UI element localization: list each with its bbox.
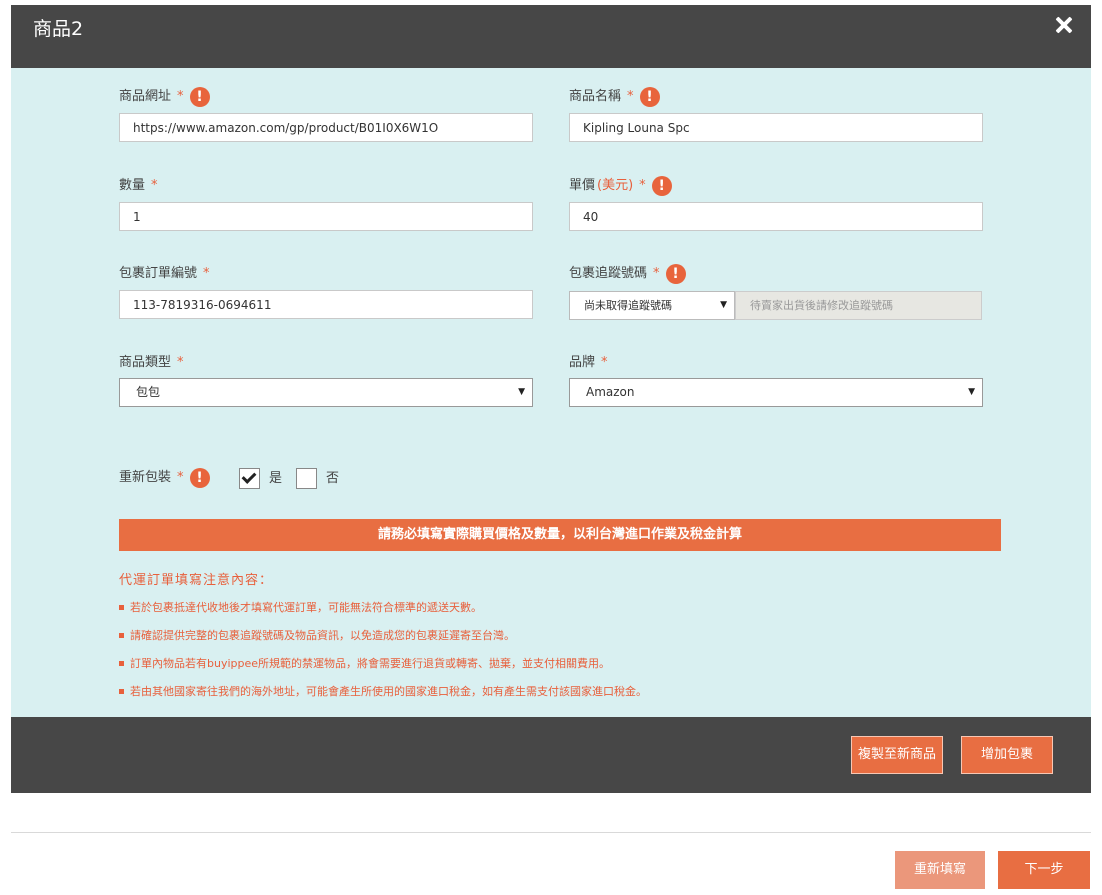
dropdown-arrow-icon: ▼ xyxy=(720,300,727,310)
required-marker: * xyxy=(653,266,660,281)
tracking-number-label-text: 包裹追蹤號碼 xyxy=(569,266,648,281)
unit-price-label: 單價 (美元) * ! xyxy=(569,176,672,196)
required-marker: * xyxy=(151,178,158,193)
note-item: 若由其他國家寄往我們的海外地址，可能會產生所使用的國家進口稅金，如有產生需支付該… xyxy=(119,683,647,699)
unit-price-label-text: 單價 xyxy=(569,178,596,193)
unit-price-input[interactable] xyxy=(569,202,983,231)
repack-no-checkbox[interactable] xyxy=(296,468,317,489)
required-marker: * xyxy=(177,355,184,370)
note-item: 請確認提供完整的包裹追蹤號碼及物品資訊，以免造成您的包裹延遲寄至台灣。 xyxy=(119,627,515,643)
dropdown-arrow-icon: ▼ xyxy=(518,387,525,397)
add-package-button[interactable]: 增加包裹 xyxy=(961,736,1053,774)
category-label-text: 商品類型 xyxy=(119,355,172,370)
required-marker: * xyxy=(639,178,646,193)
bullet-icon xyxy=(119,632,124,638)
order-number-label-text: 包裹訂單編號 xyxy=(119,266,198,281)
alert-icon[interactable]: ! xyxy=(665,264,686,284)
checkmark-icon xyxy=(241,469,257,484)
next-step-button[interactable]: 下一步 xyxy=(998,851,1090,889)
close-icon[interactable] xyxy=(1051,13,1077,39)
modal-footer: 複製至新商品 增加包裹 xyxy=(11,717,1091,793)
tracking-number-note: 待賣家出貨後請修改追蹤號碼 xyxy=(750,299,893,312)
quantity-label: 數量 * xyxy=(119,176,158,196)
bullet-icon xyxy=(119,688,124,694)
quantity-label-text: 數量 xyxy=(119,178,146,193)
repack-yes-checkbox[interactable] xyxy=(239,468,260,489)
copy-to-new-product-button[interactable]: 複製至新商品 xyxy=(851,736,943,774)
brand-label: 品牌 * xyxy=(569,353,608,373)
product-name-label: 商品名稱 * ! xyxy=(569,87,660,107)
quantity-input[interactable] xyxy=(119,202,533,231)
note-text: 若由其他國家寄往我們的海外地址，可能會產生所使用的國家進口稅金，如有產生需支付該… xyxy=(130,685,647,698)
alert-icon[interactable]: ! xyxy=(189,468,210,488)
required-marker: * xyxy=(627,89,634,104)
brand-value: Amazon xyxy=(586,385,635,399)
bullet-icon xyxy=(119,604,124,610)
category-select[interactable]: 包包 ▼ xyxy=(119,378,533,407)
product-modal: 商品2 商品網址 * ! 商品名稱 * ! 數量 * 單價 (美元) * ! 包… xyxy=(11,5,1091,793)
price-warning-banner: 請務必填寫實際購買價格及數量，以利台灣進口作業及稅金計算 xyxy=(119,519,1001,551)
order-number-input[interactable] xyxy=(119,290,533,319)
product-url-label: 商品網址 * ! xyxy=(119,87,210,107)
required-marker: * xyxy=(203,266,210,281)
repack-label: 重新包裝 * ! xyxy=(119,468,210,488)
notes-title: 代運訂單填寫注意內容： xyxy=(119,573,274,588)
note-text: 若於包裹抵達代收地後才填寫代運訂單，可能無法符合標準的遞送天數。 xyxy=(130,601,482,614)
alert-icon[interactable]: ! xyxy=(639,87,660,107)
alert-icon[interactable]: ! xyxy=(189,87,210,107)
brand-select[interactable]: Amazon ▼ xyxy=(569,378,983,407)
repack-label-text: 重新包裝 xyxy=(119,470,172,485)
note-item: 訂單內物品若有buyippee所規範的禁運物品，將會需要進行退貨或轉寄、拋棄，並… xyxy=(119,655,610,671)
modal-title: 商品2 xyxy=(33,18,84,40)
dropdown-arrow-icon: ▼ xyxy=(968,387,975,397)
tracking-number-label: 包裹追蹤號碼 * ! xyxy=(569,264,686,284)
note-item: 若於包裹抵達代收地後才填寫代運訂單，可能無法符合標準的遞送天數。 xyxy=(119,599,482,615)
product-name-label-text: 商品名稱 xyxy=(569,89,622,104)
required-marker: * xyxy=(601,355,608,370)
alert-icon[interactable]: ! xyxy=(651,176,672,196)
divider xyxy=(11,832,1091,833)
category-value: 包包 xyxy=(136,385,161,399)
product-url-label-text: 商品網址 xyxy=(119,89,172,104)
order-number-label: 包裹訂單編號 * xyxy=(119,264,210,284)
note-text: 請確認提供完整的包裹追蹤號碼及物品資訊，以免造成您的包裹延遲寄至台灣。 xyxy=(130,629,515,642)
required-marker: * xyxy=(177,470,184,485)
modal-header: 商品2 xyxy=(11,5,1091,68)
product-url-input[interactable] xyxy=(119,113,533,142)
repack-yes-label: 是 xyxy=(269,471,283,486)
reset-button[interactable]: 重新填寫 xyxy=(895,851,985,889)
bullet-icon xyxy=(119,660,124,666)
tracking-status-value: 尚未取得追蹤號碼 xyxy=(584,299,672,312)
tracking-number-field: 待賣家出貨後請修改追蹤號碼 xyxy=(735,291,982,320)
tracking-status-select[interactable]: 尚未取得追蹤號碼 ▼ xyxy=(569,291,735,320)
product-name-input[interactable] xyxy=(569,113,983,142)
repack-no-label: 否 xyxy=(326,471,340,486)
category-label: 商品類型 * xyxy=(119,353,184,373)
brand-label-text: 品牌 xyxy=(569,355,596,370)
required-marker: * xyxy=(177,89,184,104)
unit-price-currency: (美元) xyxy=(597,178,634,193)
note-text: 訂單內物品若有buyippee所規範的禁運物品，將會需要進行退貨或轉寄、拋棄，並… xyxy=(130,657,611,670)
